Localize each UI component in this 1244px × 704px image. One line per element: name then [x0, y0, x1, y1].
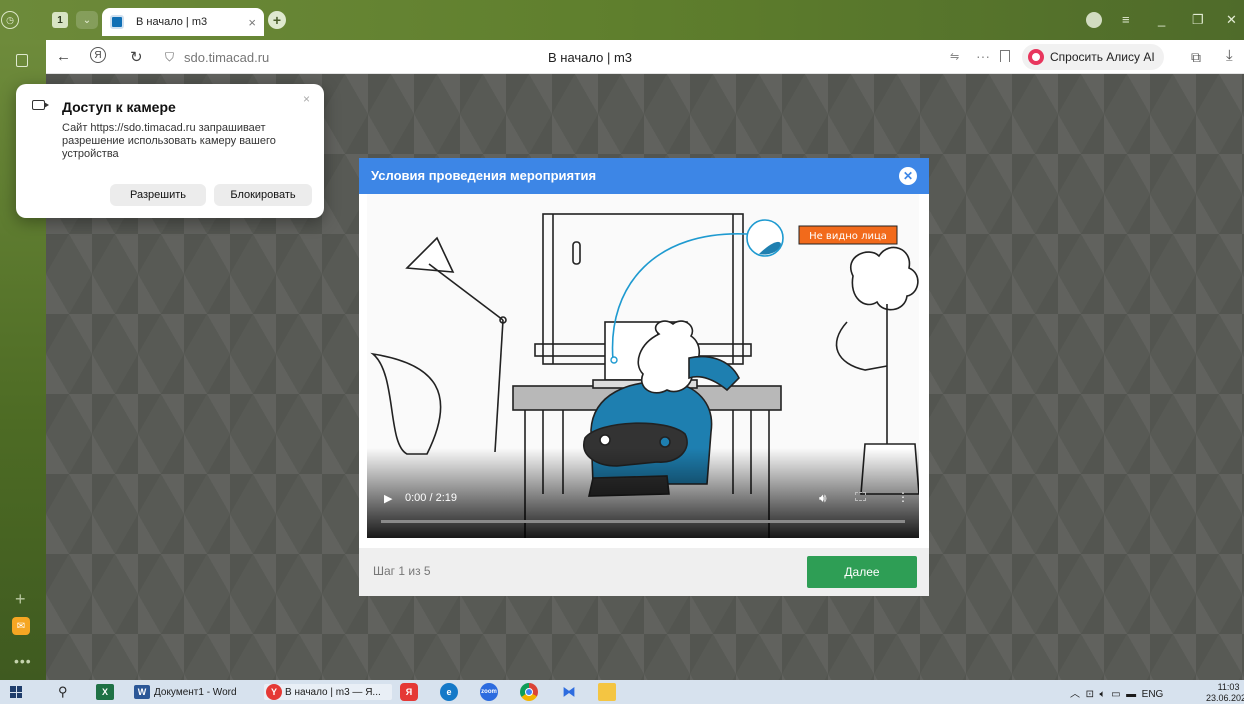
minimize-icon[interactable]: _: [1158, 12, 1165, 27]
zoom-icon[interactable]: zoom: [480, 683, 498, 701]
history-icon[interactable]: ◷: [1, 11, 19, 29]
address-bar: ← Я ↻ ⛉ sdo.timacad.ru В начало | m3 ⇋ ·…: [0, 40, 1244, 74]
excel-icon[interactable]: X: [96, 684, 114, 700]
close-window-icon[interactable]: ✕: [1226, 12, 1237, 28]
battery-icon[interactable]: ▬: [1126, 689, 1136, 700]
modal-footer: Шаг 1 из 5 Далее: [359, 548, 929, 596]
system-tray[interactable]: ︿ ⊡ 🔈︎ ▭ ▬ ENG: [1070, 685, 1163, 700]
popup-close-icon[interactable]: ×: [303, 92, 310, 106]
taskbar-word-label: Документ1 - Word: [154, 686, 237, 698]
taskbar-browser[interactable]: Y В начало | m3 — Я...: [264, 684, 392, 700]
file-explorer-icon[interactable]: [598, 683, 616, 701]
search-icon[interactable]: ⚲: [58, 684, 68, 700]
more-dots-icon[interactable]: •••: [14, 653, 32, 669]
camera-icon: [32, 100, 49, 110]
taskbar-browser-label: В начало | m3 — Я...: [285, 686, 381, 698]
extensions-icon[interactable]: ⧉: [1191, 49, 1201, 66]
next-button[interactable]: Далее: [807, 556, 917, 588]
page-title: В начало | m3: [548, 50, 633, 65]
step-indicator: Шаг 1 из 5: [373, 564, 431, 578]
tab-counter[interactable]: 1: [52, 12, 68, 28]
chevron-down-icon[interactable]: ⌄: [76, 11, 98, 29]
modal-header: Условия проведения мероприятия ✕: [359, 158, 929, 194]
mail-icon[interactable]: ✉: [12, 617, 30, 635]
video-player[interactable]: Не видно лица ▶ 0:00 / 2:19 🔊︎ ⋮: [367, 194, 919, 538]
translate-icon[interactable]: ⇋: [950, 50, 959, 63]
ask-alice-label: Спросить Алису AI: [1050, 50, 1155, 64]
network-icon[interactable]: ⊡: [1086, 689, 1094, 700]
clock-time: 11:03: [1217, 682, 1240, 692]
network-share-icon[interactable]: ⧓: [560, 683, 578, 701]
no-face-label: Не видно лица: [809, 231, 887, 242]
taskbar: ⚲ X W Документ1 - Word Y В начало | m3 —…: [0, 680, 1244, 704]
profile-icon[interactable]: [1086, 12, 1102, 28]
word-icon: W: [134, 685, 150, 699]
yandex-logo-icon[interactable]: Я: [90, 47, 106, 63]
volume-icon[interactable]: 🔊︎: [819, 491, 827, 506]
event-conditions-modal: Условия проведения мероприятия ✕ Не видн…: [359, 158, 929, 596]
play-icon[interactable]: ▶: [384, 492, 392, 505]
block-button[interactable]: Блокировать: [214, 184, 312, 206]
back-arrow-icon[interactable]: ←: [56, 48, 71, 65]
ask-alice-button[interactable]: Спросить Алису AI: [1022, 44, 1164, 70]
clock-date: 23.06.2026: [1206, 693, 1244, 703]
video-time: 0:00 / 2:19: [405, 492, 457, 504]
add-panel-icon[interactable]: +: [15, 589, 26, 610]
clock[interactable]: 11:03 23.06.2026: [1206, 682, 1244, 704]
speaker-icon[interactable]: 🔈︎: [1100, 689, 1106, 700]
tab-active[interactable]: В начало | m3 ×: [102, 8, 264, 36]
video-progress-bar[interactable]: [381, 520, 905, 523]
yandex-icon[interactable]: Я: [400, 683, 418, 701]
shield-icon[interactable]: ⛉: [165, 50, 174, 65]
download-icon[interactable]: ⤓: [1226, 47, 1233, 64]
taskbar-word[interactable]: W Документ1 - Word: [134, 684, 246, 700]
allow-button[interactable]: Разрешить: [110, 184, 206, 206]
menu-icon[interactable]: ≡: [1122, 12, 1130, 27]
modal-title: Условия проведения мероприятия: [371, 168, 597, 183]
alice-icon: [1028, 49, 1044, 65]
bookmark-icon[interactable]: [1000, 50, 1010, 62]
yandex-browser-icon: Y: [266, 684, 282, 700]
site-favicon-icon: [110, 15, 124, 29]
language-indicator[interactable]: ENG: [1142, 689, 1164, 700]
restore-icon[interactable]: ❐: [1192, 12, 1204, 28]
tray-chevron-icon[interactable]: ︿: [1070, 689, 1080, 700]
popup-title: Доступ к камере: [62, 99, 176, 115]
edge-icon[interactable]: e: [440, 683, 458, 701]
windows-start-icon[interactable]: [10, 684, 24, 700]
popup-text: Сайт https://sdo.timacad.ru запрашивает …: [62, 122, 276, 160]
camera-permission-popup: Доступ к камере × Сайт https://sdo.timac…: [16, 84, 324, 218]
tab-close-icon[interactable]: ×: [248, 15, 256, 30]
new-tab-button[interactable]: +: [268, 11, 286, 29]
more-icon[interactable]: ···: [976, 48, 990, 64]
video-menu-icon[interactable]: ⋮: [897, 490, 909, 504]
tabs-panel-icon[interactable]: [16, 54, 28, 67]
reload-icon[interactable]: ↻: [130, 48, 143, 66]
chat-icon[interactable]: ▭: [1111, 689, 1120, 700]
url-field[interactable]: sdo.timacad.ru: [184, 50, 269, 65]
modal-close-icon[interactable]: ✕: [899, 167, 917, 185]
tab-bar: ◷ 1 ⌄ В начало | m3 × + ≡ _ ❐ ✕: [0, 0, 1244, 40]
fullscreen-icon[interactable]: [855, 492, 866, 501]
tab-title: В начало | m3: [136, 16, 208, 28]
chrome-icon[interactable]: [520, 683, 538, 701]
